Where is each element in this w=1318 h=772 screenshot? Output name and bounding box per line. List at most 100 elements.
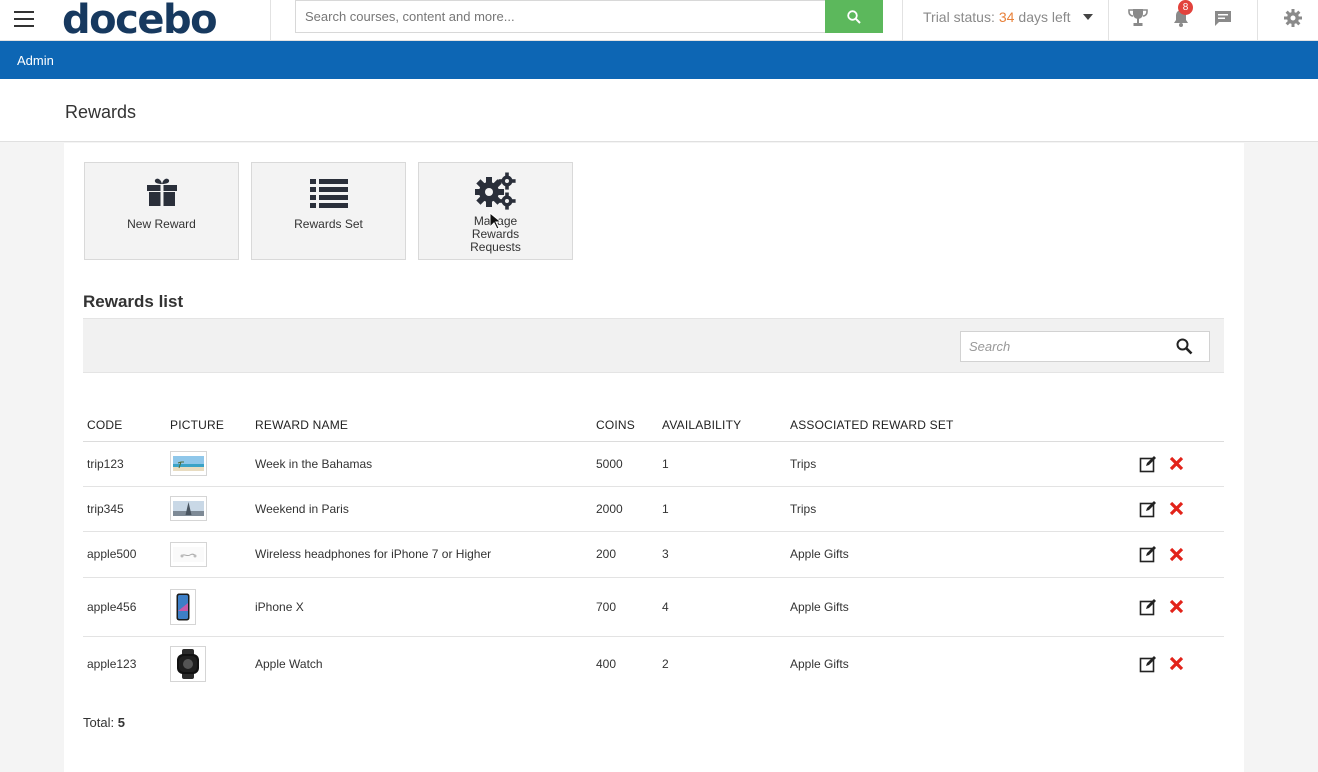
delete-icon[interactable] [1169, 599, 1184, 614]
global-search-button[interactable] [825, 0, 883, 33]
mouse-cursor-icon [489, 212, 501, 230]
gears-icon [474, 172, 516, 210]
trial-status-dropdown[interactable]: Trial status: 34 days left [923, 9, 1093, 25]
hamburger-menu-icon[interactable] [14, 11, 34, 27]
global-search-input[interactable] [295, 0, 825, 33]
edit-icon[interactable] [1139, 500, 1157, 518]
page-title: Rewards [65, 102, 137, 122]
reward-name: Weekend in Paris [251, 486, 592, 532]
admin-menu-link[interactable]: Admin [17, 53, 54, 68]
filter-bar [83, 318, 1224, 373]
search-icon[interactable] [1176, 338, 1193, 355]
rewards-table: CODE PICTURE REWARD NAME COINS AVAILABIL… [83, 409, 1224, 691]
rewards-search-input[interactable] [961, 333, 1176, 360]
reward-set: Apple Gifts [790, 656, 849, 671]
reward-availability: 1 [658, 486, 786, 532]
reward-code: apple123 [87, 656, 137, 671]
column-header-picture: PICTURE [166, 409, 251, 442]
notification-badge: 8 [1178, 0, 1193, 15]
rewards-search [960, 331, 1210, 362]
list-icon [309, 179, 348, 208]
trial-days-suffix: days left [1018, 9, 1071, 25]
column-header-coins[interactable]: COINS [592, 409, 658, 442]
main-panel: New Reward Rewards Set Rewards Requests … [64, 143, 1244, 772]
search-icon [847, 9, 861, 24]
logo-text: docebo [62, 0, 218, 43]
table-row: apple500 Wireless headphones for iPhone … [83, 531, 1224, 578]
edit-icon[interactable] [1139, 598, 1157, 616]
reward-availability: 4 [658, 577, 786, 637]
divider [270, 0, 271, 41]
trial-status-label: Trial status: [923, 9, 995, 25]
delete-icon[interactable] [1169, 547, 1184, 562]
reward-name: Apple Watch [255, 656, 323, 671]
reward-set: Apple Gifts [786, 577, 1036, 637]
reward-coins: 2000 [592, 486, 658, 532]
logo[interactable]: docebo® [62, 0, 225, 43]
edit-icon[interactable] [1139, 655, 1157, 673]
headphones-image [173, 546, 204, 562]
rewards-list-title: Rewards list [83, 292, 184, 311]
reward-code: trip345 [83, 486, 166, 532]
edit-icon[interactable] [1139, 455, 1157, 473]
row-actions [1040, 545, 1220, 563]
new-reward-button[interactable]: New Reward [84, 162, 239, 260]
reward-set: Trips [786, 441, 1036, 487]
reward-code: trip123 [83, 441, 166, 487]
total-value: 5 [117, 715, 125, 730]
reward-set: Apple Gifts [786, 531, 1036, 578]
column-header-reward-name[interactable]: REWARD NAME [251, 409, 592, 442]
total-count: Total: 5 [83, 715, 125, 730]
reward-name: iPhone X [251, 577, 592, 637]
caret-down-icon [1082, 14, 1093, 20]
trophy-icon[interactable] [1127, 7, 1149, 29]
top-bar: docebo® Trial status: 34 days left 8 [0, 0, 1318, 43]
new-reward-label: New Reward [127, 217, 196, 231]
table-row: apple456 iPhone X 700 4 Apple Gifts [83, 577, 1224, 637]
reward-picture [170, 496, 207, 521]
rewards-set-button[interactable]: Rewards Set [251, 162, 406, 260]
reward-coins: 200 [592, 531, 658, 578]
total-label: Total: [83, 715, 115, 730]
reward-picture [170, 645, 206, 682]
divider [1108, 0, 1109, 41]
divider [1257, 0, 1258, 41]
apple-watch-image [177, 648, 199, 679]
divider [902, 0, 903, 41]
reward-set: Trips [786, 486, 1036, 532]
table-row: trip123 Week in the Bahamas 5000 1 Trips [83, 441, 1224, 487]
delete-icon[interactable] [1169, 456, 1184, 471]
table-header-row: CODE PICTURE REWARD NAME COINS AVAILABIL… [83, 409, 1224, 442]
delete-icon[interactable] [1169, 501, 1184, 516]
column-header-actions [1036, 409, 1224, 442]
table-row: apple123 Apple Watch 400 2 Apple Gifts [83, 636, 1224, 691]
iphone-image [176, 593, 190, 620]
beach-image [173, 456, 204, 471]
reward-picture [170, 588, 196, 625]
gift-icon [146, 178, 177, 206]
chat-icon[interactable] [1212, 7, 1234, 29]
reward-availability: 3 [658, 531, 786, 578]
logo-registered-mark: ® [216, 0, 225, 2]
column-header-availability[interactable]: AVAILABILITY [658, 409, 786, 442]
gear-icon[interactable] [1282, 7, 1304, 29]
row-actions [1040, 455, 1220, 473]
reward-coins: 5000 [592, 441, 658, 487]
reward-picture [170, 451, 207, 476]
delete-icon[interactable] [1169, 656, 1184, 671]
reward-coins: 700 [592, 577, 658, 637]
reward-availability: 2 [662, 656, 669, 671]
edit-icon[interactable] [1139, 545, 1157, 563]
page-header: Rewards [0, 79, 1318, 142]
reward-name: Wireless headphones for iPhone 7 or High… [251, 531, 592, 578]
rewards-set-label: Rewards Set [294, 217, 363, 231]
manage-rewards-requests-button[interactable]: Manage Rewards Requests [418, 162, 573, 260]
reward-name: Week in the Bahamas [251, 441, 592, 487]
row-actions [1040, 655, 1220, 673]
admin-bar: Admin [0, 41, 1318, 79]
reward-code: apple456 [83, 577, 166, 637]
global-search [295, 0, 883, 33]
reward-availability: 1 [658, 441, 786, 487]
column-header-associated-reward-set[interactable]: ASSOCIATED REWARD SET [786, 409, 1036, 442]
column-header-code[interactable]: CODE [83, 409, 166, 442]
